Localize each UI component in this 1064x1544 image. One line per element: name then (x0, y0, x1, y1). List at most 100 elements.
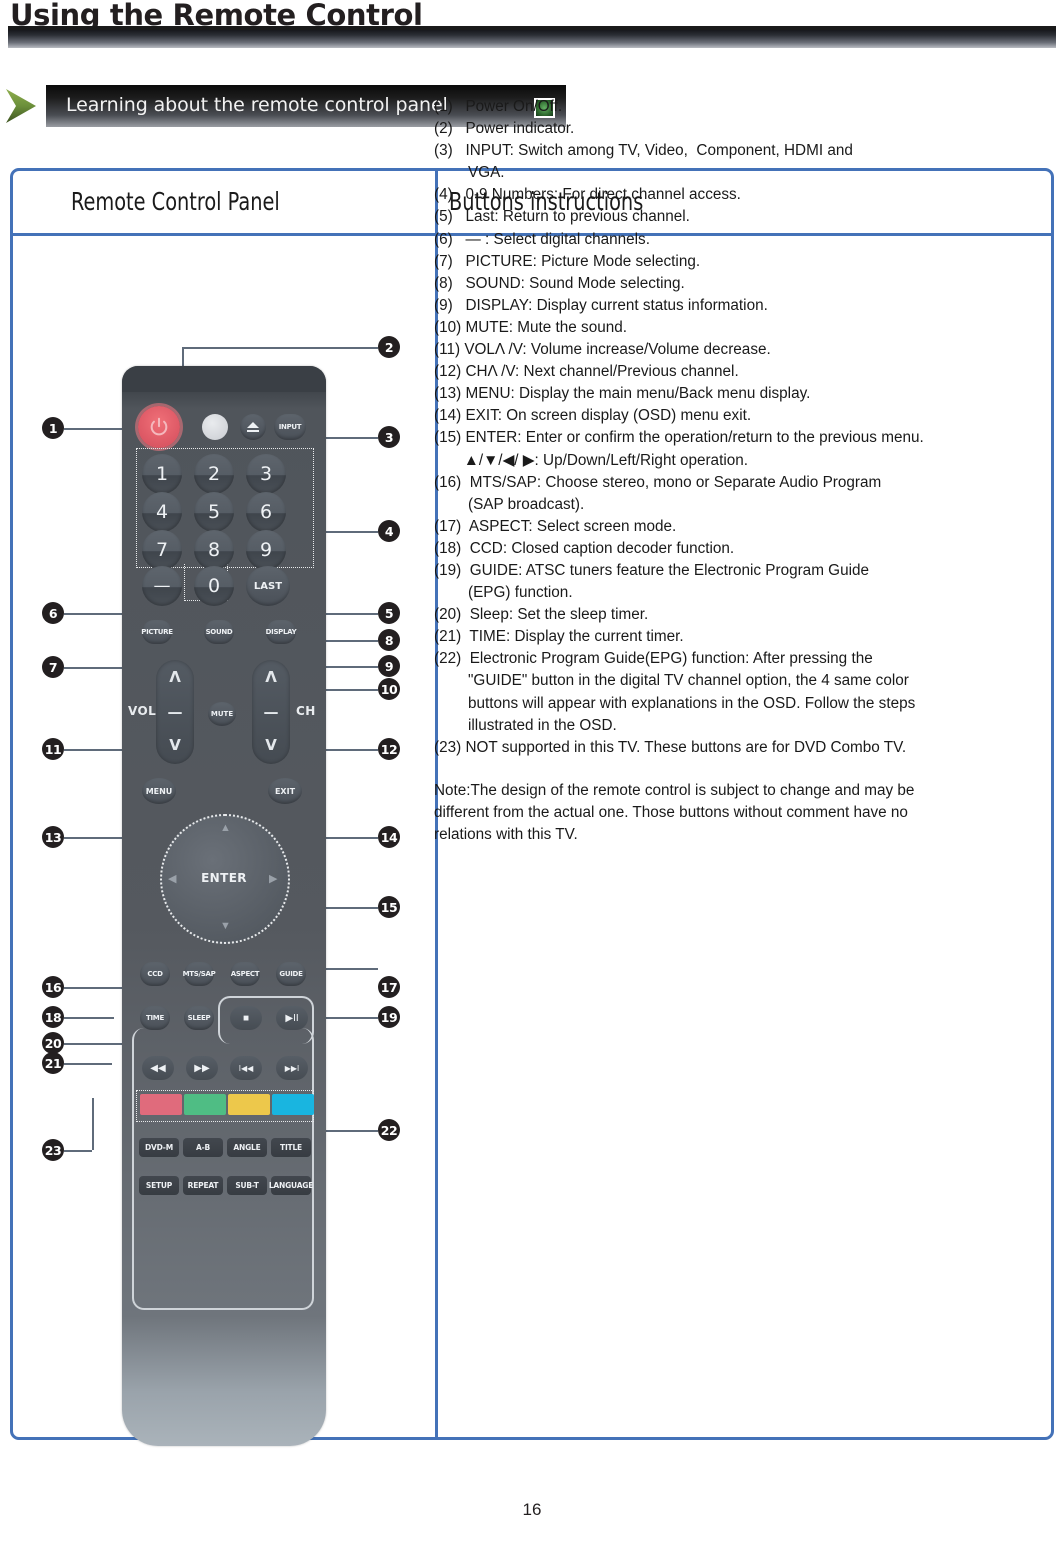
power-button[interactable] (138, 406, 180, 448)
number-button-3[interactable]: 3 (246, 454, 286, 494)
dpad[interactable]: ▲ ◀ ▶ ▼ ENTER (160, 814, 290, 944)
callout-badge-19: 19 (378, 1006, 400, 1028)
ccd-button[interactable]: CCD (140, 962, 170, 986)
next-button[interactable]: ▶▶I (276, 1056, 308, 1080)
instruction-item: (19) GUIDE: ATSC tuners feature the Elec… (434, 561, 870, 579)
instruction-item: (11) VOLΛ /V: Volume increase/Volume dec… (434, 341, 771, 359)
menu-button[interactable]: MENU (142, 778, 176, 804)
instruction-item: (9) DISPLAY: Display current status info… (434, 296, 768, 314)
display-button[interactable]: DISPLAY (266, 620, 297, 644)
callout-badge-18: 18 (42, 1006, 64, 1028)
color-button-green[interactable] (184, 1094, 226, 1115)
time-button[interactable]: TIME (140, 1006, 170, 1030)
callout-badge-11: 11 (42, 738, 64, 760)
zero-button[interactable]: 0 (194, 566, 234, 606)
remote-diagram: 1 2 3 4 5 6 7 8 9 10 11 12 13 14 15 16 17 18 19 20 21 22 23 IN… (0, 168, 424, 1446)
leader-line (92, 1098, 94, 1150)
number-button-1[interactable]: 1 (142, 454, 182, 494)
callout-badge-2: 2 (378, 336, 400, 358)
callout-badge-15: 15 (378, 896, 400, 918)
fast-forward-button[interactable]: ▶▶ (186, 1056, 218, 1080)
number-button-6[interactable]: 6 (246, 492, 286, 532)
instructions-note: Note:The design of the remote control is… (434, 781, 915, 843)
number-button-4[interactable]: 4 (142, 492, 182, 532)
dpad-down-icon[interactable]: ▼ (220, 920, 231, 932)
dvd-button-setup[interactable]: SETUP (139, 1176, 179, 1195)
mtssap-button[interactable]: MTS/SAP (183, 962, 216, 986)
last-button[interactable]: LAST (246, 566, 290, 606)
leader-line (64, 1150, 92, 1152)
callout-badge-16: 16 (42, 976, 64, 998)
callout-badge-4: 4 (378, 520, 400, 542)
instruction-item: buttons will appear with explanations in… (434, 694, 916, 712)
callout-badge-12: 12 (378, 738, 400, 760)
callout-badge-5: 5 (378, 602, 400, 624)
callout-badge-14: 14 (378, 826, 400, 848)
callout-badge-7: 7 (42, 656, 64, 678)
channel-up-icon[interactable]: Λ (252, 668, 290, 686)
callout-badge-1: 1 (42, 417, 64, 439)
play-pause-button[interactable]: ▶II (276, 1006, 308, 1030)
input-button[interactable]: INPUT (274, 414, 306, 440)
dpad-left-icon[interactable]: ◀ (168, 872, 176, 885)
instruction-item: (21) TIME: Display the current timer. (434, 628, 684, 646)
sleep-button[interactable]: SLEEP (184, 1006, 214, 1030)
volume-up-icon[interactable]: Λ (156, 668, 194, 686)
number-button-5[interactable]: 5 (194, 492, 234, 532)
dpad-up-icon[interactable]: ▲ (220, 822, 231, 834)
instruction-item: (15) ENTER: Enter or confirm the operati… (434, 429, 924, 447)
mute-button[interactable]: MUTE (208, 702, 236, 726)
callout-badge-22: 22 (378, 1119, 400, 1141)
volume-rocker[interactable]: Λ — V (156, 660, 194, 764)
callout-badge-3: 3 (378, 426, 400, 448)
leader-line (64, 1017, 114, 1019)
instruction-item: VGA. (434, 164, 505, 182)
exit-button[interactable]: EXIT (268, 778, 302, 804)
enter-button[interactable]: ENTER (193, 847, 255, 909)
number-button-9[interactable]: 9 (246, 530, 286, 570)
dvd-button-language[interactable]: LANGUAGE (269, 1176, 313, 1195)
instruction-item: (EPG) function. (434, 584, 573, 602)
volume-mid-icon: — (167, 703, 183, 721)
sound-button[interactable]: SOUND (204, 620, 234, 644)
dash-button[interactable]: — (142, 566, 182, 606)
leader-line (182, 347, 378, 349)
dpad-right-icon[interactable]: ▶ (269, 872, 277, 885)
instruction-item: "GUIDE" button in the digital TV channel… (434, 672, 909, 690)
instruction-item: illustrated in the OSD. (434, 716, 617, 734)
eject-icon[interactable] (240, 414, 266, 440)
instruction-item: (7) PICTURE: Picture Mode selecting. (434, 252, 701, 270)
picture-button[interactable]: PICTURE (141, 620, 173, 644)
color-button-blue[interactable] (272, 1094, 314, 1115)
instructions-spacer (434, 759, 1032, 780)
dvd-button-angle[interactable]: ANGLE (227, 1138, 267, 1157)
number-button-7[interactable]: 7 (142, 530, 182, 570)
remote-control-body: INPUT 123 456 789 — 0 LAST PICTURE SOUND D… (122, 366, 326, 1446)
dvd-button-dvd-m[interactable]: DVD-M (139, 1138, 179, 1157)
volume-down-icon[interactable]: V (156, 736, 194, 754)
callout-badge-21: 21 (42, 1052, 64, 1074)
instruction-item: (20) Sleep: Set the sleep timer. (434, 606, 649, 624)
page-number: 16 (522, 1500, 542, 1519)
dvd-button-sub-t[interactable]: SUB-T (227, 1176, 267, 1195)
color-button-yellow[interactable] (228, 1094, 270, 1115)
dvd-button-repeat[interactable]: REPEAT (183, 1176, 223, 1195)
previous-button[interactable]: I◀◀ (230, 1056, 262, 1080)
color-button-red[interactable] (140, 1094, 182, 1115)
number-button-2[interactable]: 2 (194, 454, 234, 494)
callout-badge-8: 8 (378, 629, 400, 651)
channel-down-icon[interactable]: V (252, 736, 290, 754)
stop-button[interactable]: ■ (230, 1006, 262, 1030)
guide-button[interactable]: GUIDE (276, 962, 306, 986)
instruction-item: (2) Power indicator. (434, 120, 575, 138)
instruction-item: (10) MUTE: Mute the sound. (434, 318, 627, 336)
channel-rocker[interactable]: Λ — V (252, 660, 290, 764)
channel-mid-icon: — (263, 703, 279, 721)
aspect-button[interactable]: ASPECT (230, 962, 260, 986)
dvd-button-a-b[interactable]: A-B (183, 1138, 223, 1157)
rewind-button[interactable]: ◀◀ (142, 1056, 174, 1080)
vol-label: VOL (128, 704, 157, 718)
dvd-button-title[interactable]: TITLE (271, 1138, 311, 1157)
instruction-item: (1) Power On/Off. (434, 98, 563, 115)
number-button-8[interactable]: 8 (194, 530, 234, 570)
